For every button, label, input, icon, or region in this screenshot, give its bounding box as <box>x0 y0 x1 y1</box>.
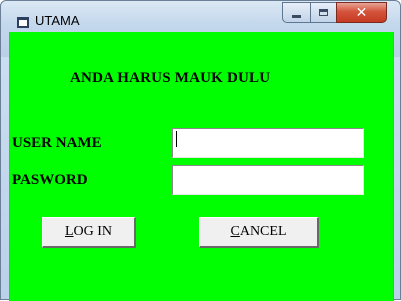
cancel-label: ANCEL <box>239 224 287 239</box>
maximize-button[interactable] <box>310 2 337 23</box>
minimize-icon <box>292 15 301 18</box>
window-icon[interactable] <box>17 17 29 28</box>
username-label: USER NAME <box>12 135 102 151</box>
login-mnemonic: L <box>64 224 74 239</box>
form-heading: ANDA HARUS MAUK DULU <box>70 70 271 86</box>
cancel-button[interactable]: C ANCEL <box>199 217 319 248</box>
app-window: UTAMA ✕ ANDA HARUS MAUK DULU USER NAME P… <box>0 0 401 301</box>
text-cursor <box>176 131 177 147</box>
cancel-mnemonic: C <box>230 224 240 239</box>
login-label: OG IN <box>73 224 113 239</box>
username-input[interactable] <box>172 128 364 158</box>
password-input[interactable] <box>172 165 364 195</box>
window-title: UTAMA <box>35 13 80 28</box>
close-button[interactable]: ✕ <box>336 2 387 23</box>
login-button[interactable]: L OG IN <box>42 217 136 248</box>
password-label: PASWORD <box>12 172 88 188</box>
maximize-icon <box>319 9 328 16</box>
login-form: ANDA HARUS MAUK DULU USER NAME PASWORD L… <box>9 32 394 301</box>
close-icon: ✕ <box>355 4 368 21</box>
minimize-button[interactable] <box>282 2 311 23</box>
